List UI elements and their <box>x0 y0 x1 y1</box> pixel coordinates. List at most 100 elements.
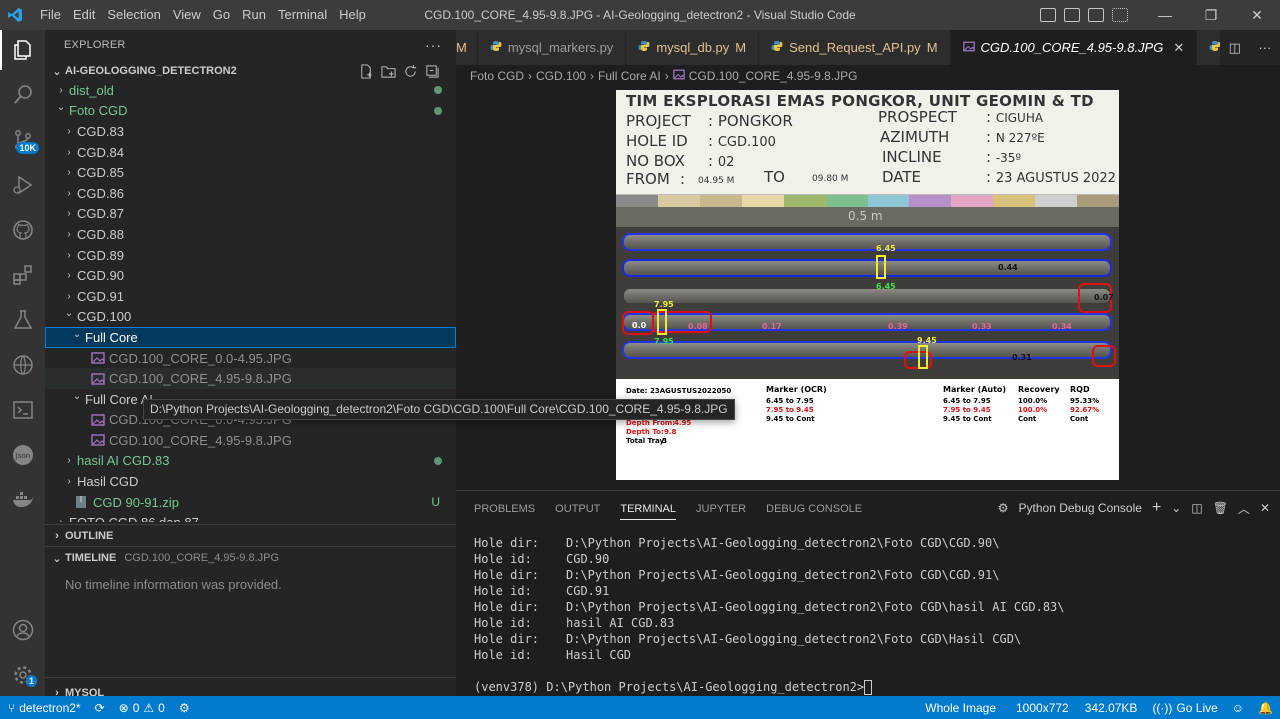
chevron-right-icon: › <box>67 476 71 488</box>
panel-tab-terminal[interactable]: TERMINAL <box>610 491 686 526</box>
terminal-name[interactable]: Python Debug Console <box>1019 501 1142 515</box>
terminal-output[interactable]: Hole dir: D:\Python Projects\AI-Geologgin… <box>474 535 1065 695</box>
extensions-icon[interactable] <box>0 255 45 295</box>
folder-item[interactable]: ⌄ Foto CGD <box>45 101 456 122</box>
core-photo[interactable]: TIM EKSPLORASI EMAS PONGKOR, UNIT GEOMIN… <box>616 90 1119 480</box>
collapse-all-icon[interactable] <box>425 64 440 79</box>
menu-file[interactable]: File <box>34 0 67 30</box>
testing-icon[interactable] <box>0 300 45 340</box>
folder-item[interactable]: › CGD.90 <box>45 265 456 286</box>
breadcrumb-item[interactable]: CGD.100_CORE_4.95-9.8.JPG <box>689 69 858 83</box>
folder-item[interactable]: › CGD.91 <box>45 286 456 307</box>
search-icon[interactable] <box>0 75 45 115</box>
chevron-up-icon[interactable]: ︿ <box>1238 500 1250 517</box>
folder-item[interactable]: › CGD.87 <box>45 204 456 225</box>
folder-item[interactable]: › CGD.86 <box>45 183 456 204</box>
editor-tab[interactable]: CGD.100_CORE_4.95-9.8.JPG ✕ <box>950 30 1198 65</box>
go-live-button[interactable]: ((·)) Go Live <box>1145 696 1224 719</box>
toggle-sidebar-icon[interactable] <box>1040 8 1056 22</box>
folder-item[interactable]: ⌄ Full Core <box>45 327 456 348</box>
toggle-secondary-sidebar-icon[interactable] <box>1088 8 1104 22</box>
docker-icon[interactable] <box>0 480 45 520</box>
folder-item[interactable]: › dist_old <box>45 80 456 101</box>
terminal-icon[interactable] <box>0 390 45 430</box>
folder-item[interactable]: › Hasil CGD <box>45 471 456 492</box>
editor-tab[interactable]: mysql_db.py M <box>626 30 760 65</box>
folder-item[interactable]: › CGD.85 <box>45 162 456 183</box>
remote-indicator[interactable]: ⑂ detectron2* <box>0 696 88 719</box>
menu-edit[interactable]: Edit <box>67 0 101 30</box>
file-item[interactable]: CGD 90-91.zip U <box>45 492 456 513</box>
image-icon <box>962 41 975 55</box>
chevron-down-icon[interactable]: ⌄ <box>1171 501 1181 515</box>
split-terminal-icon[interactable]: ◫ <box>1191 501 1202 515</box>
folder-item[interactable]: › CGD.88 <box>45 224 456 245</box>
more-actions-icon[interactable]: ··· <box>425 37 442 53</box>
panel-tab-jupyter[interactable]: JUPYTER <box>686 491 756 526</box>
remote-explorer-icon[interactable] <box>0 345 45 385</box>
menu-view[interactable]: View <box>167 0 207 30</box>
breadcrumb-item[interactable]: Foto CGD <box>470 69 524 83</box>
marker-label: 9.45 <box>917 336 937 345</box>
close-tab-icon[interactable]: ✕ <box>1173 40 1184 56</box>
close-window-icon[interactable]: ✕ <box>1234 0 1280 30</box>
editor-tab[interactable]: mysql_markers.py <box>477 30 627 65</box>
settings-icon[interactable]: 1 <box>0 655 45 695</box>
terminal-line: Hole dir: D:\Python Projects\AI-Geologgin… <box>474 568 1000 582</box>
github-icon[interactable] <box>0 210 45 250</box>
folder-item[interactable]: › CGD.84 <box>45 142 456 163</box>
split-editor-icon[interactable]: ◫ <box>1229 40 1241 56</box>
new-folder-icon[interactable] <box>381 64 396 79</box>
debug-icon[interactable]: ⚙ <box>172 696 197 719</box>
ruler: 0.5 m <box>616 207 1119 227</box>
menu-terminal[interactable]: Terminal <box>272 0 333 30</box>
menu-run[interactable]: Run <box>236 0 272 30</box>
json-icon[interactable]: Json <box>0 435 45 475</box>
close-panel-icon[interactable]: ✕ <box>1260 501 1270 515</box>
more-actions-icon[interactable]: ··· <box>1258 40 1271 55</box>
menu-go[interactable]: Go <box>207 0 236 30</box>
board-label: TO <box>764 168 785 186</box>
detection-box <box>1092 345 1116 367</box>
problems-indicator[interactable]: ⊗ 0 ⚠ 0 <box>112 696 172 719</box>
board-label: AZIMUTH <box>880 128 950 146</box>
toggle-panel-icon[interactable] <box>1064 8 1080 22</box>
new-file-icon[interactable] <box>359 64 374 79</box>
notifications-icon[interactable]: 🔔 <box>1251 696 1280 719</box>
folder-item[interactable]: › CGD.83 <box>45 121 456 142</box>
editor-tab[interactable]: M <box>456 30 478 65</box>
panel-tab-output[interactable]: OUTPUT <box>545 491 610 526</box>
panel-tab-debug-console[interactable]: DEBUG CONSOLE <box>756 491 872 526</box>
breadcrumb-item[interactable]: CGD.100 <box>536 69 586 83</box>
account-icon[interactable] <box>0 610 45 650</box>
menu-selection[interactable]: Selection <box>101 0 166 30</box>
feedback-icon[interactable]: ☺ <box>1225 696 1251 719</box>
restore-icon[interactable]: ❐ <box>1188 0 1234 30</box>
folder-item[interactable]: › CGD.89 <box>45 245 456 266</box>
panel-tab-problems[interactable]: PROBLEMS <box>464 491 545 526</box>
file-item[interactable]: CGD.100_CORE_4.95-9.8.JPG <box>45 430 456 451</box>
image-zoom-mode[interactable]: Whole Image <box>913 696 1008 719</box>
tree-item-label: CGD.100_CORE_0.0-4.95.JPG <box>109 350 292 366</box>
new-terminal-icon[interactable]: + <box>1152 499 1161 517</box>
source-control-icon[interactable]: 10K <box>0 120 45 160</box>
file-item[interactable]: CGD.100_CORE_4.95-9.8.JPG <box>45 368 456 389</box>
file-item[interactable]: CGD.100_CORE_0.0-4.95.JPG <box>45 348 456 369</box>
folder-item[interactable]: ⌄ CGD.100 <box>45 307 456 328</box>
timeline-section[interactable]: ⌄ TIMELINE CGD.100_CORE_4.95-9.8.JPG No … <box>45 546 456 600</box>
outline-section[interactable]: › OUTLINE <box>45 524 456 547</box>
sync-button[interactable]: ⟳ <box>88 696 112 719</box>
terminal-prompt[interactable]: (venv378) D:\Python Projects\AI-Geologgi… <box>474 679 1065 695</box>
explorer-icon[interactable] <box>0 30 45 70</box>
minimize-icon[interactable]: — <box>1142 0 1188 30</box>
customize-layout-icon[interactable] <box>1112 8 1128 22</box>
run-debug-icon[interactable] <box>0 165 45 205</box>
board-value: CGD.100 <box>717 135 776 150</box>
editor-tab[interactable]: Send_Request_API.py M <box>759 30 951 65</box>
trash-icon[interactable]: 🗑 <box>1213 501 1228 515</box>
folder-item[interactable]: ›FOTO CGD 86 dan 87 <box>45 512 456 522</box>
breadcrumb-item[interactable]: Full Core AI <box>598 69 661 83</box>
menu-help[interactable]: Help <box>333 0 372 30</box>
refresh-icon[interactable] <box>403 64 418 79</box>
folder-item[interactable]: › hasil AI CGD.83 <box>45 451 456 472</box>
